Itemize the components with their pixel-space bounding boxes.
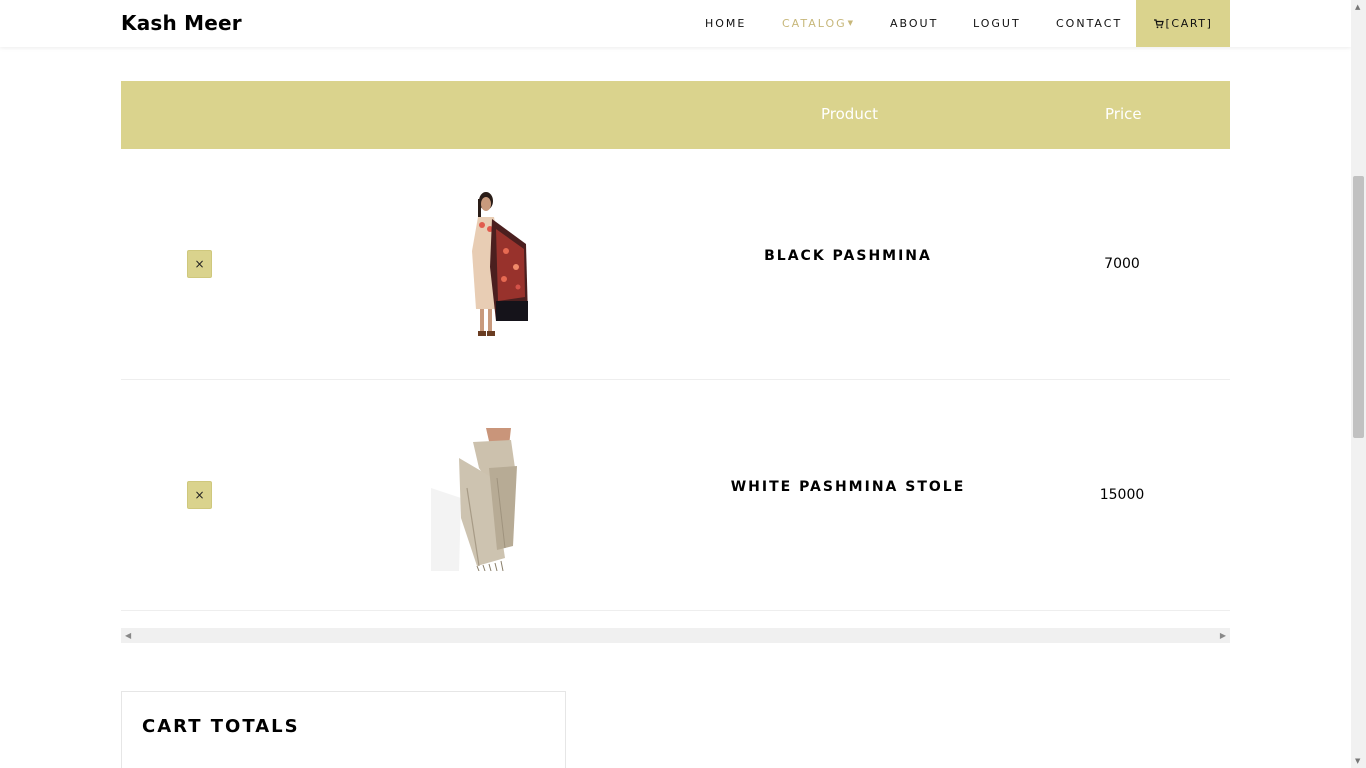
cart-totals-panel: CART TOTALS bbox=[121, 691, 566, 768]
product-image[interactable] bbox=[431, 428, 531, 571]
scroll-left-icon[interactable]: ◀ bbox=[125, 631, 131, 640]
shopping-cart-icon bbox=[1153, 18, 1164, 28]
horizontal-scrollbar[interactable]: ◀ ▶ bbox=[121, 628, 1230, 643]
header-price: Price bbox=[1105, 105, 1142, 123]
remove-item-button[interactable]: × bbox=[187, 250, 212, 278]
vertical-scrollbar[interactable]: ▲ ▼ bbox=[1351, 0, 1366, 768]
product-name[interactable]: WHITE PASHMINA STOLE bbox=[648, 479, 1048, 495]
remove-item-button[interactable]: × bbox=[187, 481, 212, 509]
scroll-right-icon[interactable]: ▶ bbox=[1220, 631, 1226, 640]
table-row: × BLACK PASHMINA 7000 bbox=[121, 149, 1230, 380]
navbar: Kash Meer HOME CATALOG▼ ABOUT LOGUT CONT… bbox=[0, 0, 1351, 47]
nav-logout[interactable]: LOGUT bbox=[973, 17, 1021, 30]
product-price: 7000 bbox=[1104, 256, 1140, 272]
scrollbar-thumb[interactable] bbox=[1353, 176, 1364, 438]
product-image[interactable] bbox=[456, 189, 536, 339]
nav-home[interactable]: HOME bbox=[705, 17, 746, 30]
scroll-down-icon[interactable]: ▼ bbox=[1355, 757, 1360, 765]
nav-catalog-label: CATALOG bbox=[782, 17, 847, 30]
nav-cart-label: [CART] bbox=[1165, 17, 1213, 30]
nav-about[interactable]: ABOUT bbox=[890, 17, 938, 30]
caret-down-icon: ▼ bbox=[847, 19, 854, 27]
product-name[interactable]: BLACK PASHMINA bbox=[648, 248, 1048, 264]
product-price: 15000 bbox=[1099, 487, 1145, 503]
nav-catalog[interactable]: CATALOG▼ bbox=[782, 17, 853, 30]
nav-contact[interactable]: CONTACT bbox=[1056, 17, 1122, 30]
cart-table-header: Product Price bbox=[121, 81, 1230, 149]
scroll-up-icon[interactable]: ▲ bbox=[1355, 3, 1360, 11]
table-row: × WHITE PASHMINA STOLE 15000 bbox=[121, 380, 1230, 611]
cart-totals-title: CART TOTALS bbox=[142, 716, 300, 737]
brand-logo[interactable]: Kash Meer bbox=[121, 11, 242, 35]
header-product: Product bbox=[821, 105, 878, 123]
nav-cart-button[interactable]: [CART] bbox=[1136, 0, 1230, 47]
